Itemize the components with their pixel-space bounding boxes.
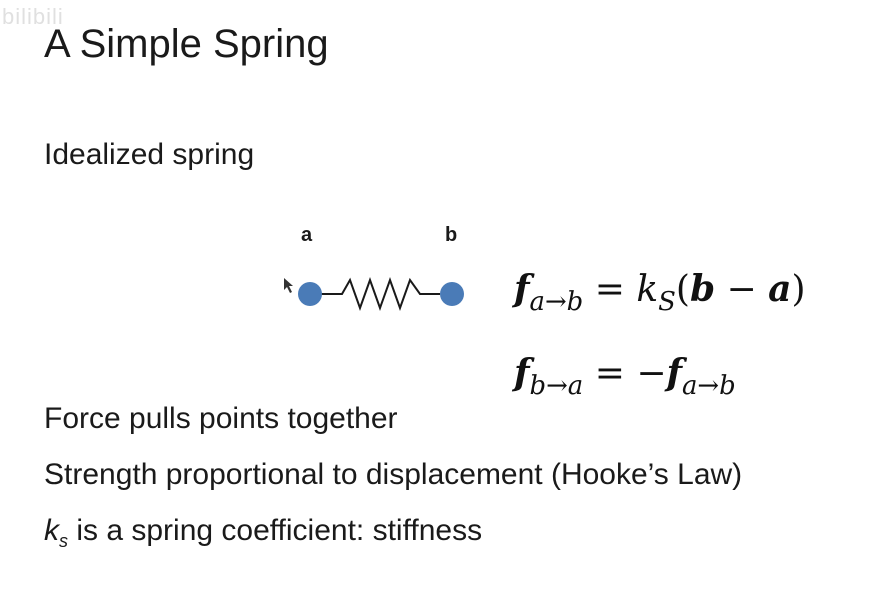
spring-diagram	[284, 277, 464, 311]
stiffness-text: is a spring coefficient: stiffness	[68, 514, 483, 547]
ks-sub: s	[59, 531, 68, 551]
eq1-minus: −	[715, 269, 769, 310]
point-a-label: a	[301, 224, 313, 246]
bullet-hookes-law: Strength proportional to displacement (H…	[44, 458, 743, 491]
bullet-force-pulls: Force pulls points together	[44, 402, 398, 435]
slide-subhead: Idealized spring	[44, 138, 255, 171]
slide-title: A Simple Spring	[44, 22, 329, 66]
eq1-f: f	[514, 268, 530, 310]
eq1-equals: =	[583, 269, 637, 310]
eq1-k-sub: S	[658, 287, 676, 318]
eq2-rhs-f: f	[666, 352, 682, 394]
eq1-open-paren: (	[675, 269, 690, 310]
eq2-rhs-sub: a→b	[681, 371, 736, 402]
ks-k: k	[44, 514, 59, 547]
spring-coil	[320, 277, 440, 311]
eq1-f-sub: a→b	[529, 287, 584, 318]
eq2-f-sub: b→a	[529, 371, 584, 402]
bullet-stiffness: ks is a spring coefficient: stiffness	[44, 514, 482, 552]
eq2-neg: −	[636, 353, 667, 394]
equation-force-b-to-a: fb→a = −fa→b	[514, 352, 736, 401]
equation-force-a-to-b: fa→b = kS(b − a)	[514, 268, 806, 317]
eq1-b: b	[689, 268, 716, 310]
cursor-arrow-icon	[284, 278, 293, 293]
eq2-equals: =	[583, 353, 637, 394]
point-b-node	[440, 282, 464, 306]
eq2-f: f	[514, 352, 530, 394]
eq1-a: a	[768, 268, 792, 310]
ks-symbol: ks	[44, 514, 68, 551]
point-a-node	[298, 282, 322, 306]
eq1-close-paren: )	[791, 269, 806, 310]
eq1-k: k	[636, 269, 659, 310]
point-b-label: b	[445, 224, 458, 246]
